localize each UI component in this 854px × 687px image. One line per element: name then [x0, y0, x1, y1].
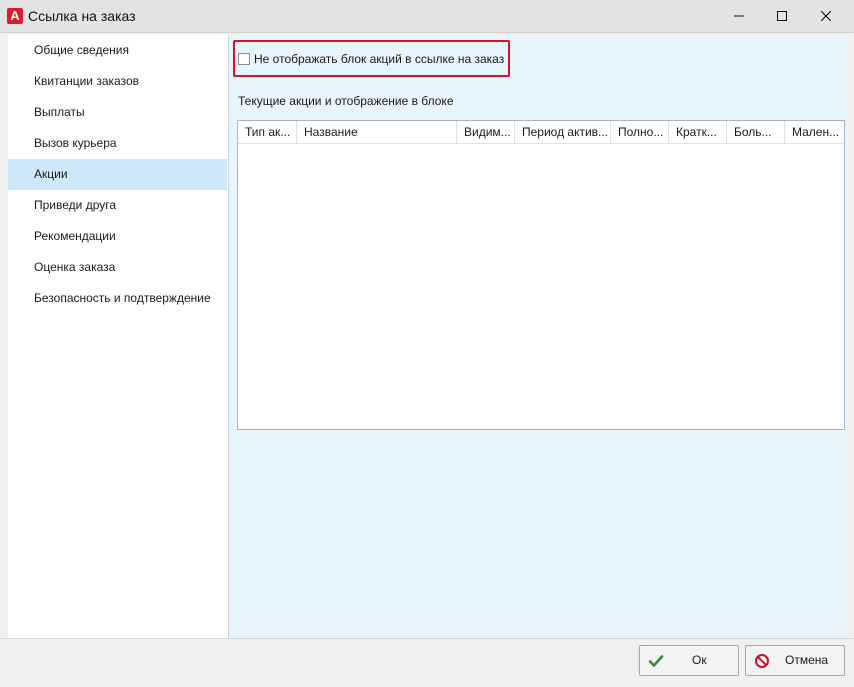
cancel-button[interactable]: Отмена	[745, 645, 845, 676]
cancel-button-label: Отмена	[785, 653, 829, 667]
maximize-button[interactable]	[759, 0, 805, 32]
hide-promotions-label[interactable]: Не отображать блок акций в ссылке на зак…	[254, 52, 504, 66]
checkmark-icon	[648, 655, 664, 667]
column-header-type[interactable]: Тип ак...	[238, 121, 297, 143]
column-header-large[interactable]: Боль...	[727, 121, 785, 143]
ok-button[interactable]: Ок	[639, 645, 739, 676]
promotions-grid[interactable]: Тип ак... Название Видим... Период актив…	[237, 120, 845, 430]
close-button[interactable]	[803, 0, 849, 32]
title-bar: А Ссылка на заказ	[0, 0, 854, 33]
window-title: Ссылка на заказ	[28, 8, 136, 24]
column-header-full[interactable]: Полно...	[611, 121, 669, 143]
ok-button-label: Ок	[692, 653, 707, 667]
sidebar-item-general[interactable]: Общие сведения	[8, 35, 227, 66]
column-header-name[interactable]: Название	[297, 121, 457, 143]
settings-sidebar: Общие сведения Квитанции заказов Выплаты…	[8, 35, 229, 638]
sidebar-item-security[interactable]: Безопасность и подтверждение	[8, 283, 227, 314]
close-icon	[821, 11, 831, 21]
sidebar-item-courier[interactable]: Вызов курьера	[8, 128, 227, 159]
column-header-short[interactable]: Кратк...	[669, 121, 727, 143]
sidebar-item-order-rating[interactable]: Оценка заказа	[8, 252, 227, 283]
column-header-visible[interactable]: Видим...	[457, 121, 515, 143]
sidebar-item-recommendations[interactable]: Рекомендации	[8, 221, 227, 252]
section-label: Текущие акции и отображение в блоке	[238, 94, 454, 108]
app-logo-icon: А	[7, 8, 23, 24]
cancel-icon	[755, 654, 769, 668]
sidebar-item-refer-friend[interactable]: Приведи друга	[8, 190, 227, 221]
minimize-icon	[734, 15, 744, 17]
minimize-button[interactable]	[716, 0, 762, 32]
grid-header: Тип ак... Название Видим... Период актив…	[238, 121, 844, 144]
maximize-icon	[777, 11, 787, 21]
hide-promotions-checkbox[interactable]	[238, 53, 250, 65]
column-header-small[interactable]: Мален...	[785, 121, 844, 143]
sidebar-item-promotions[interactable]: Акции	[8, 159, 227, 190]
column-header-active-period[interactable]: Период актив...	[515, 121, 611, 143]
sidebar-item-receipts[interactable]: Квитанции заказов	[8, 66, 227, 97]
sidebar-item-payouts[interactable]: Выплаты	[8, 97, 227, 128]
